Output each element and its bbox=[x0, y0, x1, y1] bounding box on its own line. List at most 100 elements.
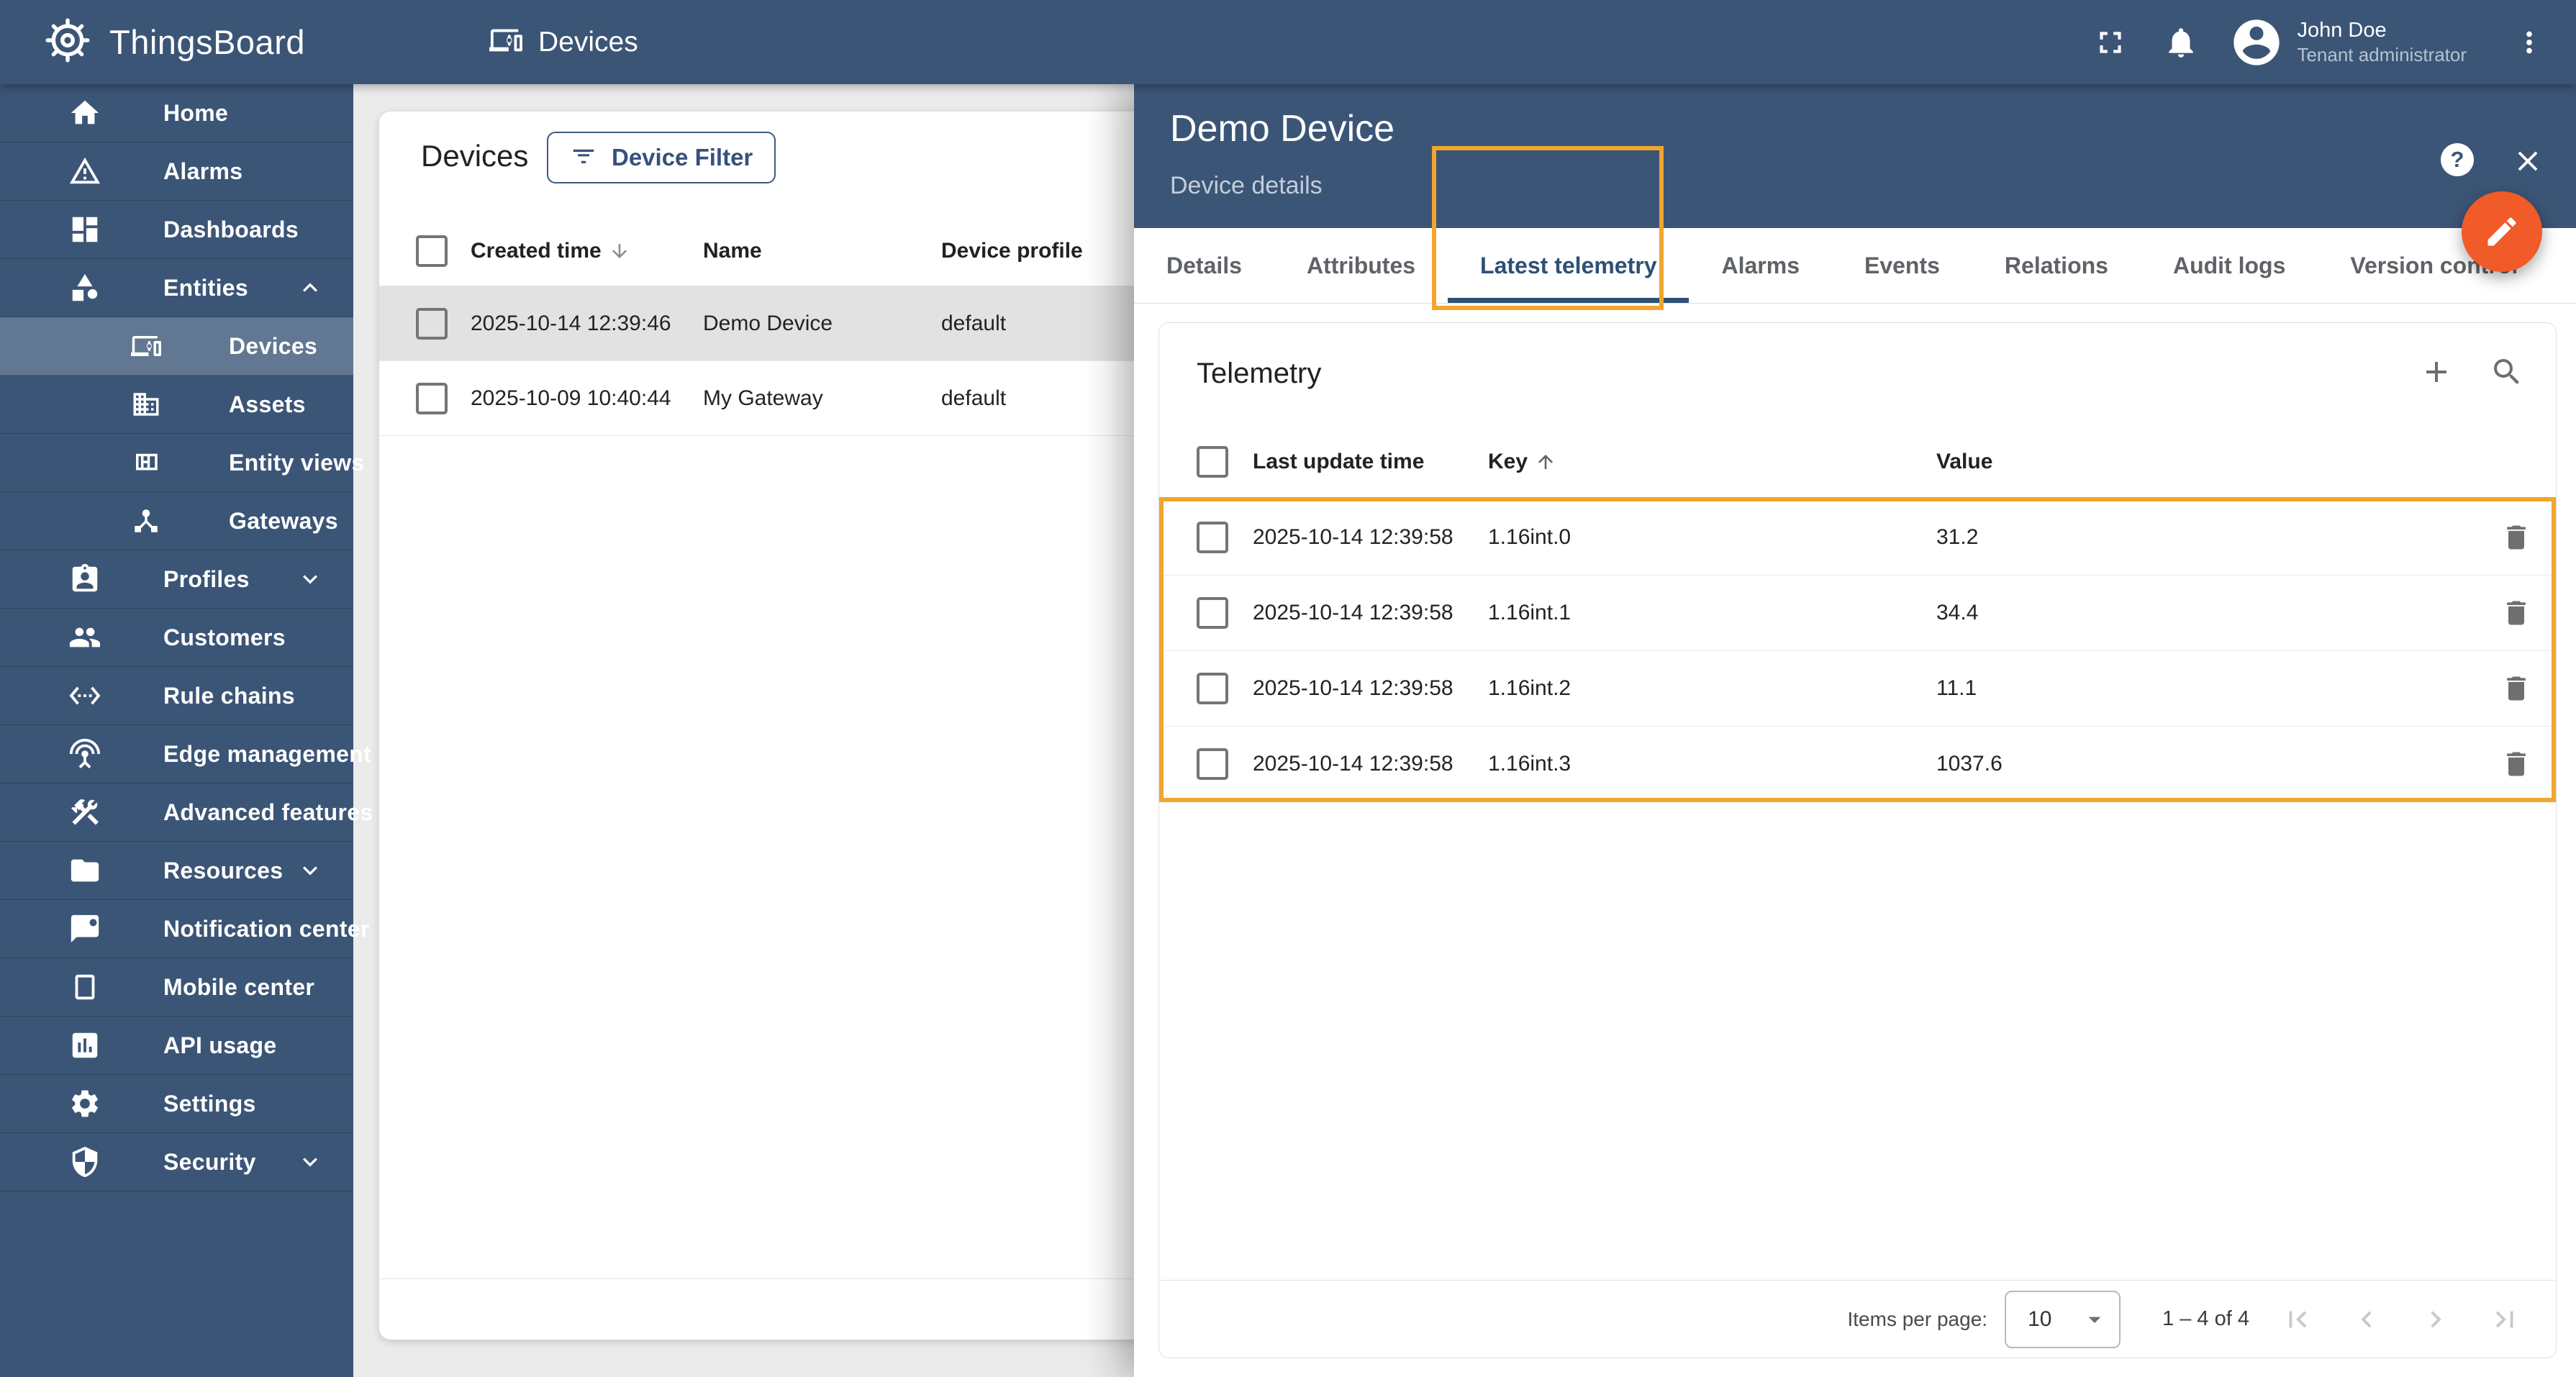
devices-panel-title: Devices bbox=[421, 139, 529, 173]
sidebar-item-mobile-center[interactable]: Mobile center bbox=[0, 958, 353, 1017]
telemetry-key: 1.16int.2 bbox=[1488, 676, 1572, 700]
fullscreen-button[interactable] bbox=[2092, 24, 2128, 60]
device-created-time: 2025-10-14 12:39:46 bbox=[471, 311, 671, 335]
tab-events[interactable]: Events bbox=[1832, 228, 1972, 303]
sidebar-item-alarms[interactable]: Alarms bbox=[0, 142, 353, 201]
sidebar-item-settings[interactable]: Settings bbox=[0, 1075, 353, 1133]
sidebar-item-home[interactable]: Home bbox=[0, 84, 353, 142]
device-created-time: 2025-10-09 10:40:44 bbox=[471, 386, 671, 410]
chevron-down-icon bbox=[296, 565, 325, 594]
sidebar-item-label: Notification center bbox=[163, 915, 370, 942]
sidebar-item-security[interactable]: Security bbox=[0, 1133, 353, 1191]
telemetry-row-1-16int-0[interactable]: 2025-10-14 12:39:58 1.16int.0 31.2 bbox=[1159, 500, 2556, 576]
avatar[interactable] bbox=[2229, 15, 2284, 70]
sidebar-item-devices[interactable]: Devices bbox=[0, 317, 353, 376]
sidebar-item-notification-center[interactable]: Notification center bbox=[0, 900, 369, 958]
add-icon[interactable] bbox=[2419, 355, 2454, 389]
telemetry-table-body: 2025-10-14 12:39:58 1.16int.0 31.2 2025-10-… bbox=[1159, 500, 2556, 802]
tab-alarms[interactable]: Alarms bbox=[1689, 228, 1832, 303]
telemetry-row-1-16int-3[interactable]: 2025-10-14 12:39:58 1.16int.3 1037.6 bbox=[1159, 727, 2556, 802]
help-icon[interactable]: ? bbox=[2441, 143, 2474, 176]
telemetry-row-1-16int-2[interactable]: 2025-10-14 12:39:58 1.16int.2 11.1 bbox=[1159, 651, 2556, 727]
sidebar-item-label: Settings bbox=[163, 1090, 256, 1117]
row-checkbox[interactable] bbox=[416, 382, 448, 414]
sidebar-item-rule-chains[interactable]: Rule chains bbox=[0, 667, 353, 725]
delete-icon[interactable] bbox=[2500, 673, 2532, 704]
column-value[interactable]: Value bbox=[1936, 450, 2556, 474]
settings-icon bbox=[68, 1087, 101, 1120]
chevron-left-button[interactable] bbox=[2350, 1303, 2383, 1336]
sidebar-item-profiles[interactable]: Profiles bbox=[0, 550, 353, 609]
tab-relations[interactable]: Relations bbox=[1972, 228, 2141, 303]
gear-logo-icon bbox=[40, 13, 95, 71]
column-device-profile[interactable]: Device profile bbox=[941, 239, 1144, 263]
entities-icon bbox=[68, 271, 101, 304]
first-page-button[interactable] bbox=[2281, 1303, 2314, 1336]
devices-panel: Devices Device Filter Created time Name … bbox=[379, 112, 1144, 1340]
row-checkbox[interactable] bbox=[1197, 597, 1228, 629]
chevron-right-button[interactable] bbox=[2419, 1303, 2452, 1336]
row-checkbox[interactable] bbox=[1197, 748, 1228, 780]
user-name: John Doe bbox=[2297, 19, 2387, 42]
page-size-value: 10 bbox=[2028, 1306, 2052, 1331]
sidebar-item-assets[interactable]: Assets bbox=[0, 376, 353, 434]
tab-latest-telemetry[interactable]: Latest telemetry bbox=[1448, 228, 1690, 303]
devices-table-footer bbox=[379, 1278, 1144, 1340]
sidebar-item-gateways[interactable]: Gateways bbox=[0, 492, 353, 550]
select-all-checkbox[interactable] bbox=[416, 235, 448, 267]
more-vert-button[interactable] bbox=[2513, 26, 2546, 59]
search-icon[interactable] bbox=[2490, 355, 2524, 389]
column-key[interactable]: Key bbox=[1488, 450, 1528, 474]
tab-details[interactable]: Details bbox=[1134, 228, 1274, 303]
sidebar-item-api-usage[interactable]: API usage bbox=[0, 1017, 353, 1075]
notifications-button[interactable] bbox=[2163, 24, 2199, 60]
device-filter-button[interactable]: Device Filter bbox=[547, 132, 776, 183]
gateways-icon bbox=[131, 506, 161, 536]
sidebar-item-edge-management[interactable]: Edge management bbox=[0, 725, 394, 783]
sidebar-item-entity-views[interactable]: Entity views bbox=[0, 434, 364, 492]
telemetry-last-update-time: 2025-10-14 12:39:58 bbox=[1253, 525, 1453, 549]
devices-table-body: 2025-10-14 12:39:46 Demo Device default 202… bbox=[379, 286, 1144, 436]
telemetry-select-all-checkbox[interactable] bbox=[1197, 446, 1228, 478]
row-checkbox[interactable] bbox=[1197, 522, 1228, 553]
delete-icon[interactable] bbox=[2500, 748, 2532, 780]
edit-fab-button[interactable] bbox=[2462, 191, 2542, 272]
sidebar-item-label: Dashboards bbox=[163, 216, 299, 242]
topbar-actions: John Doe Tenant administrator bbox=[2092, 15, 2546, 70]
delete-icon[interactable] bbox=[2500, 522, 2532, 553]
column-name[interactable]: Name bbox=[703, 239, 941, 263]
delete-icon[interactable] bbox=[2500, 597, 2532, 629]
tab-audit-logs[interactable]: Audit logs bbox=[2141, 228, 2318, 303]
last-page-button[interactable] bbox=[2488, 1303, 2521, 1336]
rule-chains-icon bbox=[68, 679, 101, 712]
telemetry-value: 1037.6 bbox=[1936, 752, 2003, 776]
sidebar-item-entities[interactable]: Entities bbox=[0, 259, 353, 317]
close-icon[interactable] bbox=[2511, 145, 2544, 180]
sidebar-item-dashboards[interactable]: Dashboards bbox=[0, 201, 353, 259]
brand[interactable]: ThingsBoard bbox=[40, 13, 305, 71]
device-row-demo-device[interactable]: 2025-10-14 12:39:46 Demo Device default bbox=[379, 286, 1144, 361]
sidebar-item-resources[interactable]: Resources bbox=[0, 842, 353, 900]
entity-views-icon bbox=[131, 447, 161, 478]
column-last-update-time[interactable]: Last update time bbox=[1253, 450, 1488, 474]
telemetry-pagination: Items per page: 10 1 – 4 of 4 bbox=[1159, 1280, 2556, 1358]
column-created-time[interactable]: Created time bbox=[471, 239, 602, 263]
device-name: Demo Device bbox=[703, 311, 833, 335]
sidebar-item-advanced-features[interactable]: Advanced features bbox=[0, 783, 395, 842]
sidebar-item-customers[interactable]: Customers bbox=[0, 609, 353, 667]
telemetry-key: 1.16int.0 bbox=[1488, 525, 1572, 549]
device-details-subtitle: Device details bbox=[1170, 172, 1323, 199]
telemetry-row-1-16int-1[interactable]: 2025-10-14 12:39:58 1.16int.1 34.4 bbox=[1159, 576, 2556, 651]
page-size-select[interactable]: 10 bbox=[2005, 1290, 2121, 1348]
sidebar-item-label: Resources bbox=[163, 857, 284, 883]
devices-table-header: Created time Name Device profile bbox=[379, 216, 1144, 286]
device-name: My Gateway bbox=[703, 386, 823, 410]
home-icon bbox=[68, 96, 101, 129]
row-checkbox[interactable] bbox=[1197, 673, 1228, 704]
details-tabs: Details Attributes Latest telemetry Alarms E… bbox=[1134, 228, 2576, 304]
telemetry-last-update-time: 2025-10-14 12:39:58 bbox=[1253, 601, 1453, 624]
tab-attributes[interactable]: Attributes bbox=[1274, 228, 1448, 303]
sidebar-item-label: Assets bbox=[229, 391, 306, 417]
device-row-my-gateway[interactable]: 2025-10-09 10:40:44 My Gateway default bbox=[379, 361, 1144, 436]
row-checkbox[interactable] bbox=[416, 307, 448, 340]
